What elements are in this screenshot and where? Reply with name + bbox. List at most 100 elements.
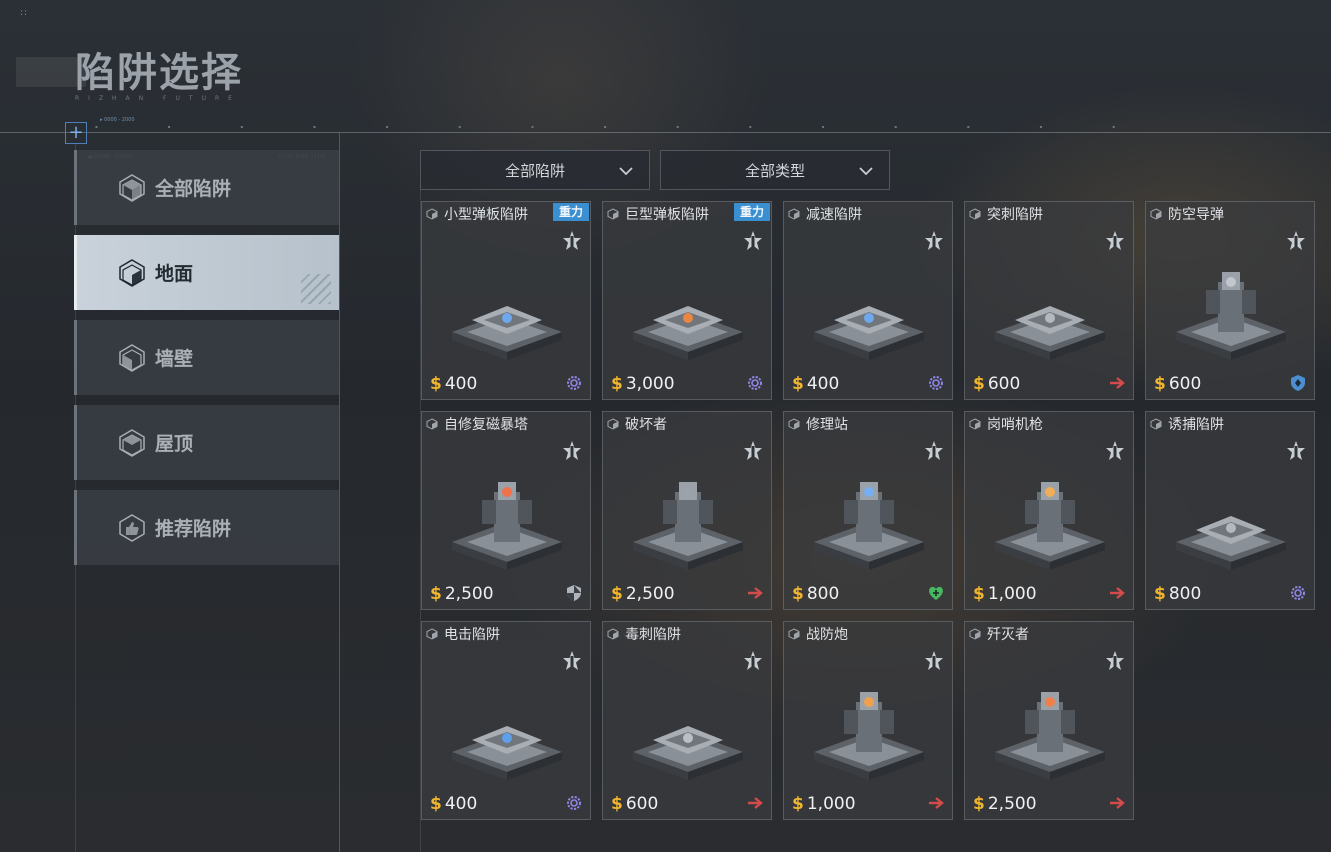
currency-icon: $ <box>1154 584 1166 604</box>
trap-card-header: 防空导弹 <box>1150 204 1224 224</box>
rank-star-icon <box>1286 440 1306 464</box>
currency-icon: $ <box>1154 374 1166 394</box>
trap-price: $2,500 <box>973 794 1037 814</box>
trap-name: 突刺陷阱 <box>987 207 1043 223</box>
currency-icon: $ <box>792 794 804 814</box>
trap-card[interactable]: 自修复磁暴塔 $2,500 <box>421 411 591 610</box>
trap-card[interactable]: 减速陷阱 $400 <box>783 201 953 400</box>
type-filter-dropdown[interactable]: 全部类型 <box>660 150 890 190</box>
currency-icon: $ <box>430 374 442 394</box>
sidebar-item-4[interactable]: 推荐陷阱 <box>74 490 339 565</box>
heal-icon <box>927 584 945 602</box>
sidebar-item-label: 墙壁 <box>155 348 194 370</box>
sidebar-divider <box>339 133 340 852</box>
trap-card-header: 破坏者 <box>607 414 667 434</box>
page-title: 陷阱选择 <box>75 50 243 96</box>
sidebar-item-1[interactable]: 地面 <box>74 235 339 310</box>
trap-name: 防空导弹 <box>1168 207 1224 223</box>
trap-category-icon <box>1150 208 1162 220</box>
trap-badge: 重力 <box>553 203 589 221</box>
trap-card[interactable]: 战防炮 $1,000 <box>783 621 953 820</box>
trap-name: 巨型弹板陷阱 <box>625 207 709 223</box>
trap-card[interactable]: 电击陷阱 $400 <box>421 621 591 820</box>
sidebar-item-label: 地面 <box>155 263 194 285</box>
type-filter-label: 全部类型 <box>744 161 805 180</box>
trap-category-icon <box>788 208 800 220</box>
trap-card[interactable]: 小型弹板陷阱 重力 $400 <box>421 201 591 400</box>
sidebar-item-3[interactable]: 屋顶 <box>74 405 339 480</box>
rank-star-icon <box>1105 650 1125 674</box>
trap-price: $400 <box>430 794 477 814</box>
trap-card-header: 歼灭者 <box>969 624 1029 644</box>
trap-filter-dropdown[interactable]: 全部陷阱 <box>420 150 650 190</box>
rank-star-icon <box>1286 230 1306 254</box>
gear-icon <box>927 374 945 392</box>
sidebar-item-0[interactable]: 全部陷阱 <box>74 150 339 225</box>
trap-image <box>442 462 572 572</box>
trap-card[interactable]: 修理站 $800 <box>783 411 953 610</box>
trap-price: $3,000 <box>611 374 675 394</box>
rank-star-icon <box>743 230 763 254</box>
trap-image <box>442 672 572 782</box>
trap-card[interactable]: 破坏者 $2,500 <box>602 411 772 610</box>
trap-price-value: 600 <box>1168 374 1202 394</box>
trap-card[interactable]: 防空导弹 $600 <box>1145 201 1315 400</box>
trap-name: 小型弹板陷阱 <box>444 207 528 223</box>
trap-category-icon <box>607 418 619 430</box>
arrow-icon <box>927 794 945 812</box>
trap-card[interactable]: 巨型弹板陷阱 重力 $3,000 <box>602 201 772 400</box>
trap-price-value: 600 <box>625 794 659 814</box>
trap-card[interactable]: 岗哨机枪 $1,000 <box>964 411 1134 610</box>
trap-card[interactable]: 毒刺陷阱 $600 <box>602 621 772 820</box>
trap-name: 歼灭者 <box>987 627 1029 643</box>
trap-card-header: 巨型弹板陷阱 <box>607 204 709 224</box>
cube-wall-icon <box>117 343 147 373</box>
trap-card[interactable]: 歼灭者 $2,500 <box>964 621 1134 820</box>
header-divider <box>0 132 1331 133</box>
rank-star-icon <box>562 230 582 254</box>
trap-image <box>623 462 753 572</box>
trap-name: 减速陷阱 <box>806 207 862 223</box>
trap-card[interactable]: 诱捕陷阱 $800 <box>1145 411 1315 610</box>
trap-image <box>623 252 753 362</box>
currency-icon: $ <box>611 794 623 814</box>
trap-card[interactable]: 突刺陷阱 $600 <box>964 201 1134 400</box>
trap-image <box>804 672 934 782</box>
trap-image <box>804 252 934 362</box>
window-drag-handle[interactable]: :: <box>20 8 28 18</box>
gear-icon <box>565 374 583 392</box>
trap-price-value: 400 <box>444 794 478 814</box>
chevron-down-icon <box>619 167 633 176</box>
trap-filter-label: 全部陷阱 <box>504 161 565 180</box>
arrow-icon <box>746 584 764 602</box>
trap-price-value: 600 <box>987 374 1021 394</box>
trap-image <box>804 462 934 572</box>
trap-price: $2,500 <box>611 584 675 604</box>
sidebar-item-label: 推荐陷阱 <box>155 518 232 540</box>
trap-card-header: 自修复磁暴塔 <box>426 414 528 434</box>
trap-name: 电击陷阱 <box>444 627 500 643</box>
currency-icon: $ <box>792 374 804 394</box>
trap-card-header: 突刺陷阱 <box>969 204 1043 224</box>
cube-icon <box>117 173 147 203</box>
active-stripes <box>301 274 331 304</box>
trap-price-value: 2,500 <box>987 794 1037 814</box>
currency-icon: $ <box>792 584 804 604</box>
trap-price: $400 <box>430 374 477 394</box>
trap-price-value: 1,000 <box>806 794 856 814</box>
trap-price-value: 800 <box>1168 584 1202 604</box>
thumbs-up-icon <box>117 513 147 543</box>
rank-star-icon <box>1105 230 1125 254</box>
add-plus-icon[interactable]: + <box>65 122 87 144</box>
trap-category-icon <box>607 628 619 640</box>
trap-image <box>985 462 1115 572</box>
rank-star-icon <box>562 440 582 464</box>
trap-price-value: 3,000 <box>625 374 675 394</box>
trap-price: $1,000 <box>792 794 856 814</box>
trap-price-value: 400 <box>444 374 478 394</box>
trap-image <box>442 252 572 362</box>
trap-category-icon <box>788 418 800 430</box>
trap-name: 诱捕陷阱 <box>1168 417 1224 433</box>
sidebar-item-2[interactable]: 墙壁 <box>74 320 339 395</box>
arrow-icon <box>1108 374 1126 392</box>
